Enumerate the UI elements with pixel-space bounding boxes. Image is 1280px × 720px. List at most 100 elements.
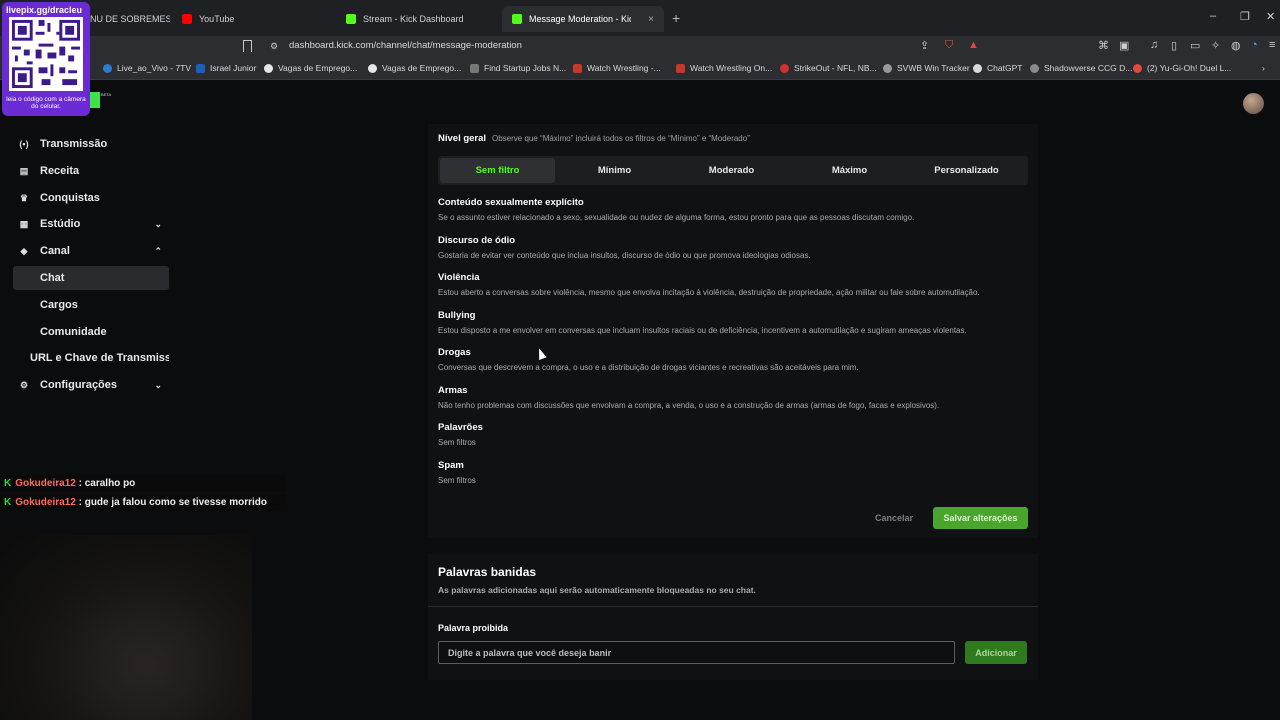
close-tab-icon[interactable]: × — [648, 14, 654, 25]
filter-desc: Não tenho problemas com discussões que e… — [438, 401, 940, 410]
filter-sexual[interactable]: Conteúdo sexualmente explícito Se o assu… — [438, 197, 914, 222]
banned-word-input[interactable] — [438, 641, 955, 664]
new-tab-button[interactable]: + — [672, 10, 680, 26]
bookmark-icon[interactable] — [243, 40, 252, 52]
bookmark-label: ChatGPT — [987, 63, 1023, 73]
menu-icon[interactable]: ≡ — [1269, 39, 1275, 51]
bookmark-item[interactable]: Vagas de Emprego... — [368, 63, 461, 73]
bookmark-item[interactable]: Find Startup Jobs N... — [470, 63, 566, 73]
tab-label: YouTube — [199, 14, 235, 24]
browser-tab-message-moderation[interactable]: Message Moderation - Kick Das × — [502, 6, 664, 32]
wallet-icon[interactable]: ▭ — [1190, 39, 1200, 52]
revenue-icon: ▤ — [19, 165, 29, 176]
filter-spam[interactable]: Spam Sem filtros — [438, 460, 476, 485]
sidebar-item-estudio[interactable]: ▦ Estúdio ⌄ — [13, 212, 169, 236]
bookmark-item[interactable]: Watch Wrestling On... — [676, 63, 772, 73]
user-avatar[interactable] — [1243, 93, 1264, 114]
screenshot-icon[interactable]: ▣ — [1119, 39, 1129, 52]
level-option-moderado[interactable]: Moderado — [674, 158, 789, 183]
channel-icon: ◆ — [20, 245, 28, 256]
banned-word-label: Palavra proibida — [438, 623, 509, 633]
filter-hate-speech[interactable]: Discurso de ódio Gostaria de evitar ver … — [438, 235, 811, 260]
sidebar-item-receita[interactable]: ▤ Receita — [13, 159, 169, 183]
chevron-up-icon: ⌃ — [154, 245, 162, 256]
music-icon[interactable]: ♫ — [1150, 39, 1158, 51]
sidebar-item-transmissao[interactable]: (•) Transmissão — [13, 132, 169, 156]
filter-profanity[interactable]: Palavrões Sem filtros — [438, 422, 483, 447]
filter-bullying[interactable]: Bullying Estou disposto a me envolver em… — [438, 310, 967, 335]
kick-logo-icon[interactable] — [90, 92, 100, 108]
filter-desc: Gostaria de evitar ver conteúdo que incl… — [438, 251, 811, 260]
level-option-personalizado[interactable]: Personalizado — [909, 158, 1024, 183]
kick-icon: K — [4, 497, 12, 508]
sidebar-item-canal[interactable]: ◆ Canal ⌃ — [13, 239, 169, 263]
bookmark-item[interactable]: StrikeOut - NFL, NB... — [780, 63, 877, 73]
browser-tab[interactable]: NU DE SOBREMESA — [80, 6, 170, 32]
filter-title: Drogas — [438, 347, 471, 358]
maximize-icon[interactable]: ❐ — [1240, 10, 1250, 23]
sidebar-item-label: Receita — [40, 165, 80, 177]
cancel-button[interactable]: Cancelar — [875, 513, 913, 523]
sidebar-icon[interactable]: ▯ — [1171, 39, 1177, 52]
level-option-sem-filtro[interactable]: Sem filtro — [440, 158, 555, 183]
bookmark-item[interactable]: (2) Yu-Gi-Oh! Duel L... — [1133, 63, 1231, 73]
sidebar-item-label: Chat — [40, 272, 65, 284]
bookmark-item[interactable]: ChatGPT — [973, 63, 1022, 73]
browser-tab-youtube[interactable]: YouTube — [172, 6, 332, 32]
extensions-icon[interactable]: ⌘ — [1098, 39, 1109, 52]
bookmark-item[interactable]: Live_ao_Vivo - 7TV — [103, 63, 191, 73]
sidebar-item-url-chave[interactable]: URL e Chave de Transmissã — [13, 346, 169, 370]
level-option-maximo[interactable]: Máximo — [792, 158, 907, 183]
bookmark-item[interactable]: SVWB Win Tracker — [883, 63, 970, 73]
add-banned-word-button[interactable]: Adicionar — [965, 641, 1027, 664]
tab-label: Stream - Kick Dashboard — [363, 14, 464, 24]
trophy-icon: ♛ — [19, 192, 29, 203]
bookmark-item[interactable]: Watch Wrestling -... — [573, 63, 661, 73]
leo-icon[interactable]: ✧ — [1211, 39, 1220, 52]
brave-shield-icon[interactable]: ⛉ — [945, 39, 953, 52]
filter-desc: Estou disposto a me envolver em conversa… — [438, 326, 967, 335]
sidebar-item-chat[interactable]: Chat — [13, 266, 169, 290]
minimize-icon[interactable]: – — [1210, 10, 1216, 22]
site-settings-icon[interactable]: ⚙ — [270, 41, 278, 52]
sidebar-item-label: Comunidade — [40, 326, 107, 338]
filter-title: Conteúdo sexualmente explícito — [438, 197, 584, 208]
filter-violence[interactable]: Violência Estou aberto a conversas sobre… — [438, 272, 980, 297]
webcam-overlay — [0, 535, 252, 720]
filter-drugs[interactable]: Drogas Conversas que descrevem a compra,… — [438, 347, 859, 372]
sync-icon[interactable]: ◔ — [1251, 39, 1258, 51]
sidebar-item-label: Conquistas — [40, 192, 100, 204]
bookmark-item[interactable]: Israel Junior — [196, 63, 256, 73]
chat-message: K Gokudeira12 : caralho po — [0, 475, 285, 492]
sidebar-item-configuracoes[interactable]: ⚙ Configurações ⌄ — [13, 373, 169, 397]
chat-text: : gude ja falou como se tivesse morrido — [75, 497, 267, 508]
chat-username: Gokudeira12 — [15, 478, 76, 489]
moderation-panel: Nível geral Observe que “Máximo” incluir… — [428, 124, 1038, 538]
browser-tab-stream[interactable]: Stream - Kick Dashboard — [336, 6, 496, 32]
chat-text: : caralho po — [75, 478, 136, 489]
kick-icon — [346, 14, 356, 24]
qr-caption: leia o código com a câmera do celular. — [6, 96, 86, 110]
filter-desc: Estou aberto a conversas sobre violência… — [438, 288, 980, 297]
url-field[interactable]: dashboard.kick.com/channel/chat/message-… — [289, 40, 522, 51]
vpn-icon[interactable]: ◍ — [1231, 39, 1241, 52]
bookmark-item[interactable]: Vagas de Emprego... — [264, 63, 357, 73]
close-window-icon[interactable]: ✕ — [1266, 10, 1275, 23]
brave-rewards-icon[interactable]: ▲ — [968, 39, 979, 51]
level-option-minimo[interactable]: Mínimo — [557, 158, 672, 183]
save-changes-button[interactable]: Salvar alterações — [933, 507, 1028, 529]
sidebar-item-conquistas[interactable]: ♛ Conquistas — [13, 186, 169, 210]
bookmark-label: SVWB Win Tracker — [897, 63, 970, 73]
bookmark-item[interactable]: Shadowverse CCG D... — [1030, 63, 1132, 73]
filter-desc: Sem filtros — [438, 438, 476, 447]
bookmarks-overflow-icon[interactable]: › — [1262, 63, 1265, 73]
filter-title: Discurso de ódio — [438, 235, 516, 246]
share-icon[interactable]: ⇪ — [920, 39, 929, 52]
bookmark-label: StrikeOut - NFL, NB... — [794, 63, 877, 73]
sidebar-item-cargos[interactable]: Cargos — [13, 293, 169, 317]
settings-icon: ⚙ — [19, 379, 29, 390]
sidebar-item-label: Transmissão — [40, 138, 108, 150]
sidebar-item-comunidade[interactable]: Comunidade — [13, 320, 169, 344]
divider — [428, 606, 1038, 607]
filter-weapons[interactable]: Armas Não tenho problemas com discussões… — [438, 385, 939, 410]
